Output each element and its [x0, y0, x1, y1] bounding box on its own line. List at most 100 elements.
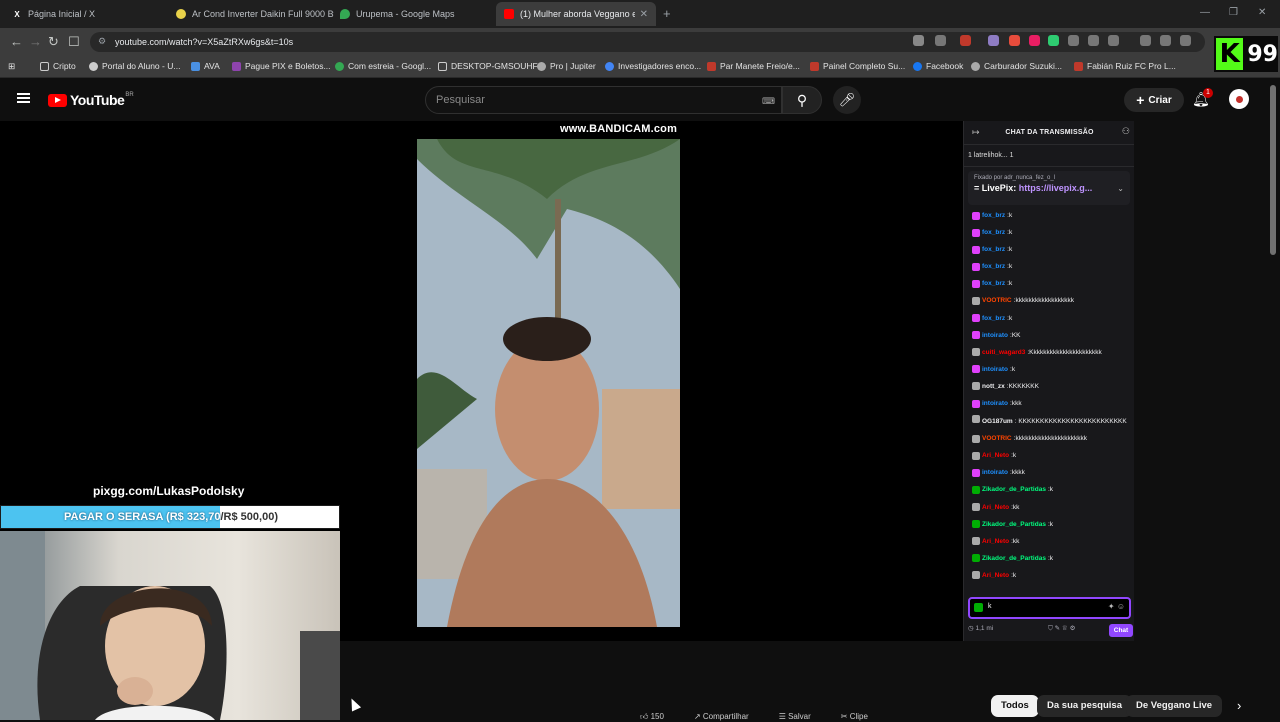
clip-button[interactable]: ✂ Clipe	[841, 712, 868, 722]
live-chat-panel: ↦ CHAT DA TRANSMISSÃO ⚇ 1 latrelihok... …	[963, 121, 1134, 641]
new-tab-icon[interactable]: +	[663, 6, 671, 21]
chat-username[interactable]: VOOTRIC	[982, 430, 1012, 447]
pinned-link[interactable]: https://livepix.g...	[1019, 183, 1093, 193]
chat-username[interactable]: fox_brz	[982, 241, 1005, 258]
goal-text-main: PAGAR O SERASA (R$ 323,70	[64, 511, 221, 523]
chat-username[interactable]: cuiti_wagard3	[982, 344, 1025, 361]
apps-icon[interactable]: ⊞	[8, 61, 15, 72]
chat-message-list: fox_brz: k fox_brz: k fox_brz: k fox_brz: k…	[972, 207, 1132, 584]
maximize-icon[interactable]: ❐	[1229, 7, 1238, 18]
menu-icon[interactable]	[17, 93, 30, 103]
extension-icon[interactable]	[1108, 35, 1119, 46]
extension-icon[interactable]	[1029, 35, 1040, 46]
chat-badge-icon	[972, 520, 980, 529]
chat-username[interactable]: fox_brz	[982, 258, 1005, 275]
chat-input[interactable]: k ✦ ☺	[968, 597, 1131, 619]
extension-icon[interactable]	[1009, 35, 1020, 46]
site-info-icon[interactable]: ⚙	[98, 36, 106, 47]
chat-username[interactable]: fox_brz	[982, 275, 1005, 292]
extension-icon[interactable]	[1048, 35, 1059, 46]
k99-overlay: K 99	[1214, 36, 1278, 72]
like-button[interactable]: 👍︎ 150	[640, 712, 664, 722]
close-window-icon[interactable]: ✕	[1258, 7, 1266, 18]
brave-shield-icon[interactable]	[960, 35, 971, 46]
back-icon[interactable]: ←	[10, 34, 23, 49]
minimize-icon[interactable]: —	[1200, 7, 1210, 18]
avatar[interactable]	[1229, 89, 1249, 109]
chat-username[interactable]: Ari_Neto	[982, 447, 1009, 464]
share-button[interactable]: ↗ Compartilhar	[694, 712, 749, 722]
chip-todos[interactable]: Todos	[991, 695, 1039, 717]
chat-username[interactable]: intoirato	[982, 327, 1008, 344]
tab-x-home[interactable]: X Página Inicial / X	[4, 2, 170, 26]
tab-daikin[interactable]: Ar Cond Inverter Daikin Full 9000 Btu	[168, 2, 334, 26]
chevron-right-icon[interactable]: ›	[1237, 698, 1241, 713]
pinned-message[interactable]: Fixado por adr_nunca_fez_o_l = LivePix: …	[968, 171, 1130, 205]
chat-send-button[interactable]: Chat	[1109, 624, 1133, 637]
chat-username[interactable]: fox_brz	[982, 207, 1005, 224]
share-icon[interactable]	[935, 35, 946, 46]
bookmark-label: AVA	[204, 61, 220, 71]
search-button[interactable]: ⚲	[782, 86, 822, 114]
bookmark-item[interactable]: Facebook	[913, 61, 963, 71]
chat-username[interactable]: intoirato	[982, 464, 1008, 481]
bookmark-icon[interactable]: ☐	[68, 34, 80, 50]
chat-username[interactable]: intoirato	[982, 361, 1008, 378]
chat-username[interactable]: Ari_Neto	[982, 499, 1009, 516]
puzzle-icon[interactable]	[1088, 35, 1099, 46]
chat-username[interactable]: Ari_Neto	[982, 533, 1009, 550]
chip-da-sua-pesquisa[interactable]: Da sua pesquisa	[1037, 695, 1132, 717]
bookmark-item[interactable]: Fabián Ruiz FC Pro L...	[1074, 61, 1176, 71]
chat-username[interactable]: Zikador_de_Partidas	[982, 516, 1046, 533]
bookmark-item[interactable]: Pague PIX e Boletos...	[232, 61, 331, 71]
emote-icon[interactable]: ✦ ☺	[1108, 602, 1125, 611]
tab-youtube-active[interactable]: (1) Mulher aborda Veggano e ✕	[496, 2, 656, 26]
video-scene	[417, 139, 680, 627]
create-button[interactable]: + Criar	[1124, 88, 1184, 112]
bookmark-item[interactable]: Cripto	[40, 61, 76, 71]
extension-icon[interactable]	[913, 35, 924, 46]
forward-icon[interactable]: →	[29, 34, 42, 49]
tab-google-maps[interactable]: Urupema - Google Maps	[332, 2, 498, 26]
extension-icon[interactable]	[1160, 35, 1171, 46]
chat-username[interactable]: intoirato	[982, 395, 1008, 412]
notification-badge: 1	[1203, 88, 1213, 98]
reload-icon[interactable]: ↻	[48, 34, 59, 50]
download-icon[interactable]	[1140, 35, 1151, 46]
chat-username[interactable]: fox_brz	[982, 310, 1005, 327]
chat-username[interactable]: fox_brz	[982, 224, 1005, 241]
chat-username[interactable]: Zikador_de_Partidas	[982, 481, 1046, 498]
bookmark-item[interactable]: Painel Completo Su...	[810, 61, 905, 71]
bookmark-item[interactable]: Par Manete Freio/e...	[707, 61, 800, 71]
chevron-down-icon[interactable]: ⌄	[1117, 184, 1124, 193]
chip-de-veggano-live[interactable]: De Veggano Live	[1126, 695, 1223, 717]
chat-username[interactable]: Zikador_de_Partidas	[982, 550, 1046, 567]
save-button[interactable]: ☰ Salvar	[779, 712, 811, 722]
bookmark-item[interactable]: AVA	[191, 61, 220, 71]
bookmark-item[interactable]: Investigadores enco...	[605, 61, 701, 71]
bookmark-item[interactable]: Carburador Suzuki...	[971, 61, 1062, 71]
close-tab-icon[interactable]: ✕	[640, 9, 648, 20]
keyboard-icon[interactable]: ⌨	[762, 96, 775, 107]
extension-icon[interactable]	[1068, 35, 1079, 46]
voice-search-button[interactable]: 🎤︎	[833, 86, 861, 114]
chat-username[interactable]: Ari_Neto	[982, 567, 1009, 584]
chat-username[interactable]: nott_zx	[982, 378, 1005, 395]
extension-icon[interactable]	[988, 35, 999, 46]
chat-header: ↦ CHAT DA TRANSMISSÃO ⚇	[964, 121, 1134, 145]
bookmark-item[interactable]: Pro | Jupiter	[537, 61, 596, 71]
chat-username[interactable]: VOOTRIC	[982, 292, 1012, 309]
page-scrollbar[interactable]	[1270, 85, 1276, 255]
chat-username[interactable]: OG187um	[982, 418, 1013, 425]
bookmark-label: DESKTOP-GMSOUHF	[451, 61, 538, 71]
chat-tools-icons[interactable]: ⛉ ✎ ♕ ⚙	[1048, 624, 1075, 633]
sidebar-icon[interactable]	[1180, 35, 1191, 46]
bookmark-item[interactable]: Portal do Aluno - U...	[89, 61, 180, 71]
bookmark-item[interactable]: DESKTOP-GMSOUHF	[438, 61, 538, 71]
video-actions: 👍︎ 150 ↗ Compartilhar ☰ Salvar ✂ Clipe	[640, 712, 868, 722]
bookmark-item[interactable]: Com estreia - Googl...	[335, 61, 431, 71]
youtube-logo[interactable]: YouTube BR	[48, 92, 134, 108]
chat-leaderboard[interactable]: 1 latrelihok... 1	[964, 145, 1134, 167]
users-icon[interactable]: ⚇	[1122, 126, 1130, 137]
search-input[interactable]: Pesquisar	[425, 86, 782, 114]
